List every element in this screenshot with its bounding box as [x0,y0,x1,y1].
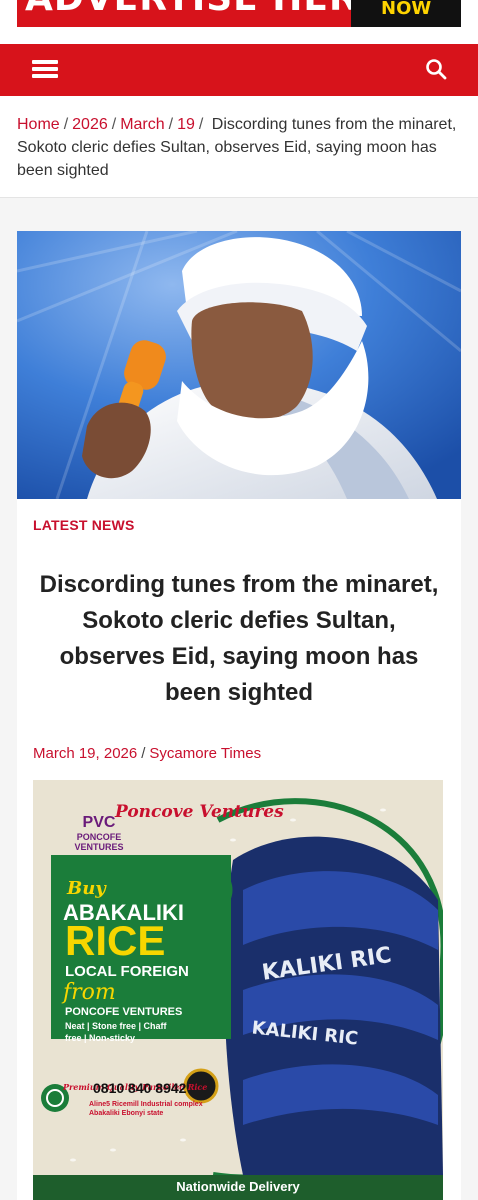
ad-right-panel: NOW [351,0,461,27]
ad-delivery-strip: Nationwide Delivery [33,1175,443,1200]
ad-from: from [63,980,116,1005]
article-title: Discording tunes from the minaret, Sokot… [39,571,439,706]
article-card: LATEST NEWS Discording tunes from the mi… [17,231,461,1200]
breadcrumb-home[interactable]: Home [17,116,60,133]
ad-buy: Buy [67,878,106,899]
ad-right-text: NOW [381,0,432,19]
article-date[interactable]: March 19, 2026 [33,745,137,762]
ad-line2: RICE [65,917,166,964]
category-label[interactable]: LATEST NEWS [33,517,135,533]
ad-delivery: Nationwide Delivery [176,1179,300,1194]
article-meta: March 19, 2026/Sycamore Times [33,745,262,762]
breadcrumb-section: Home/2026/March/19/ Discording tunes fro… [0,96,478,198]
breadcrumb-month[interactable]: March [120,116,164,133]
ad-address: Aline5 Ricemill Industrial complex Abaka… [89,1101,203,1117]
brand-name: PONCOFE VENTURES [74,832,124,852]
ad-tags: Neat | Stone free | Chaff free | Non-sti… [65,1021,167,1043]
breadcrumb-year[interactable]: 2026 [72,116,108,133]
article-author[interactable]: Sycamore Times [149,745,261,762]
search-icon[interactable] [425,58,447,80]
ad-left-panel: ADVERTISE HERE [17,0,351,27]
rice-ad-image[interactable]: KALIKI RIC KALIKI RIC Poncove Ventures P… [33,780,443,1200]
top-ad-banner[interactable]: ADVERTISE HERE NOW [0,0,478,44]
brand-logo: PVC PONCOFE VENTURES [53,814,145,852]
breadcrumb: Home/2026/March/19/ Discording tunes fro… [17,116,457,179]
ad-left-text: ADVERTISE HERE [25,0,351,19]
breadcrumb-day[interactable]: 19 [177,116,195,133]
article-hero-image [17,231,461,499]
brand-short: PVC [82,814,116,831]
ad-phone: 0810 840 8942 [93,1080,187,1096]
ad-company: PONCOFE VENTURES [65,1006,183,1018]
ad-line3: LOCAL FOREIGN [65,963,189,980]
hamburger-menu-icon[interactable] [32,58,58,80]
main-navbar [0,44,478,96]
